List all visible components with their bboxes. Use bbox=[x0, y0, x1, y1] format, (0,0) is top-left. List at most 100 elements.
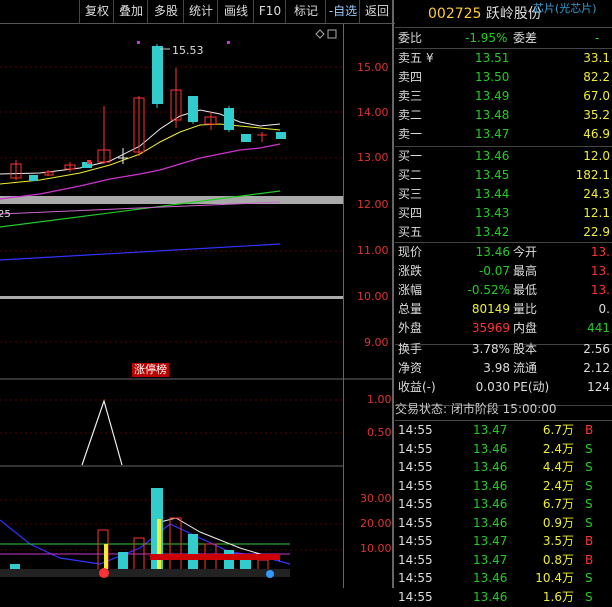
tick-volume: 10.4万 bbox=[535, 571, 574, 585]
price-axis-label: 9.00 bbox=[364, 336, 389, 349]
finance-value: 2.56 bbox=[583, 342, 610, 356]
bid-row: 买二 13.45 182.1 bbox=[395, 165, 612, 185]
tick-row: 14:55 13.46 2.4万 S bbox=[395, 439, 612, 459]
watchlist-button[interactable]: -自选 bbox=[325, 0, 360, 23]
bid-volume: 12.1 bbox=[583, 206, 610, 220]
weibi-row: 委比 -1.95% 委差 - bbox=[398, 31, 600, 45]
stat-row: 外盘 35969 内盘 441 bbox=[395, 318, 612, 338]
stat-label: 今开 bbox=[513, 245, 538, 259]
stat-value: 0. bbox=[598, 302, 610, 316]
price-band-12 bbox=[0, 196, 343, 204]
stat-value: 13.46 bbox=[475, 245, 510, 259]
tick-row: 14:55 13.46 4.4万 S bbox=[395, 457, 612, 477]
bid-row: 买四 13.43 12.1 bbox=[395, 203, 612, 223]
bid-label: 买一 bbox=[398, 149, 423, 163]
tick-time: 14:55 bbox=[398, 552, 433, 567]
ask-volume: 33.1 bbox=[583, 51, 610, 65]
finance-value: 124 bbox=[587, 380, 610, 394]
statistics-button[interactable]: 统计 bbox=[183, 0, 218, 23]
indicator-axis-label: 0.50 bbox=[367, 426, 392, 439]
tick-time: 14:55 bbox=[398, 534, 433, 548]
ask-row: 卖五 ¥13.51 33.1 bbox=[395, 48, 612, 68]
stat-label: 现价 bbox=[398, 245, 423, 259]
bid-row: 买三 13.44 24.3 bbox=[395, 184, 612, 204]
finance-label: PE(动) bbox=[513, 380, 550, 394]
f10-button[interactable]: F10 bbox=[253, 0, 286, 23]
stat-label: 最高 bbox=[513, 264, 538, 278]
bid-volume: 24.3 bbox=[583, 187, 610, 201]
tick-direction: S bbox=[585, 478, 593, 493]
volume-axis-label: 30.00 bbox=[360, 492, 392, 505]
ask-row: 卖四 13.50 82.2 bbox=[395, 67, 612, 87]
tick-time: 14:55 bbox=[398, 423, 433, 437]
ask-label: 卖三 bbox=[398, 89, 423, 103]
tick-time: 14:55 bbox=[398, 589, 433, 604]
ask-price: 13.49 bbox=[475, 89, 510, 103]
chart-toolbar: 复权 叠加 多股 统计 画线 F10 标记 -自选 返回 bbox=[0, 0, 395, 24]
tick-direction: B bbox=[585, 552, 594, 567]
stat-row: 涨幅 -0.52% 最低 13. bbox=[395, 280, 612, 300]
tick-price: 13.46 bbox=[473, 478, 508, 493]
ask-label: 卖五 bbox=[398, 51, 423, 65]
bid-label: 买四 bbox=[398, 206, 423, 220]
ask-label: 卖一 bbox=[398, 127, 423, 141]
bid-row: 买五 13.42 22.9 bbox=[395, 222, 612, 242]
stat-value: -0.52% bbox=[467, 283, 510, 297]
stat-label: 外盘 bbox=[398, 321, 423, 335]
finance-value: 3.78% bbox=[471, 342, 510, 356]
tick-price: 13.46 bbox=[473, 441, 508, 456]
tick-row: 14:55 13.47 3.5万 B bbox=[395, 531, 612, 551]
stat-label: 量比 bbox=[513, 302, 538, 316]
tick-price: 13.46 bbox=[473, 515, 508, 530]
bid-row: 买一 13.46 12.0 bbox=[395, 146, 612, 166]
tick-time: 14:55 bbox=[398, 571, 433, 585]
bid-label: 买二 bbox=[398, 168, 423, 182]
sector-label[interactable]: 芯片(光芯片) bbox=[533, 0, 597, 16]
tick-row: 14:55 13.46 0.9万 S bbox=[395, 513, 612, 533]
mark-button[interactable]: 标记 bbox=[285, 0, 326, 23]
bid-price: 13.43 bbox=[475, 206, 510, 220]
volume-axis-label: 20.00 bbox=[360, 517, 392, 530]
multi-stock-button[interactable]: 多股 bbox=[147, 0, 184, 23]
tick-price: 13.47 bbox=[473, 534, 508, 548]
tick-time: 14:55 bbox=[398, 497, 433, 511]
stat-value: 35969 bbox=[471, 321, 510, 335]
finance-value: 2.12 bbox=[583, 361, 610, 375]
stat-label: 涨幅 bbox=[398, 283, 423, 297]
tick-direction: S bbox=[585, 460, 593, 474]
tick-price: 13.46 bbox=[473, 497, 508, 511]
bid-volume: 22.9 bbox=[583, 225, 610, 239]
stat-label: 内盘 bbox=[513, 321, 538, 335]
draw-line-button[interactable]: 画线 bbox=[217, 0, 254, 23]
tick-row: 14:55 13.46 10.4万 S bbox=[395, 568, 612, 588]
tick-time: 14:55 bbox=[398, 478, 433, 493]
left-edge-label: 25 bbox=[0, 209, 11, 220]
bid-price: 13.45 bbox=[475, 168, 510, 182]
ask-price: 13.48 bbox=[475, 108, 510, 122]
fuquan-button[interactable]: 复权 bbox=[79, 0, 114, 23]
ask-volume: 82.2 bbox=[583, 70, 610, 84]
back-button[interactable]: 返回 bbox=[359, 0, 394, 23]
ask-label: 卖二 bbox=[398, 108, 423, 122]
finance-row: 净资 3.98 流通 2.12 bbox=[395, 358, 612, 378]
kline-chart[interactable]: 15.53 25 bbox=[0, 24, 392, 588]
overlay-button[interactable]: 叠加 bbox=[113, 0, 148, 23]
tick-volume: 2.4万 bbox=[542, 478, 574, 493]
limit-up-badge[interactable]: 涨停榜 bbox=[132, 363, 169, 377]
price-axis-label: 14.00 bbox=[357, 106, 389, 119]
tick-time: 14:55 bbox=[398, 460, 433, 474]
ask-row: 卖三 13.49 67.0 bbox=[395, 86, 612, 106]
tick-volume: 6.7万 bbox=[542, 497, 574, 511]
axis-divider bbox=[343, 24, 344, 588]
ask-price: 13.50 bbox=[475, 70, 510, 84]
tick-price: 13.46 bbox=[473, 460, 508, 474]
tick-direction: S bbox=[585, 571, 593, 585]
tick-row: 14:55 13.46 6.7万 S bbox=[395, 494, 612, 514]
stat-value: 13. bbox=[590, 264, 610, 278]
tick-price: 13.47 bbox=[473, 423, 508, 437]
tick-direction: S bbox=[585, 497, 593, 511]
price-axis-label: 12.00 bbox=[357, 198, 389, 211]
price-axis-label: 15.00 bbox=[357, 61, 389, 74]
stock-code: 002725 bbox=[428, 6, 482, 22]
tick-volume: 4.4万 bbox=[542, 460, 574, 474]
